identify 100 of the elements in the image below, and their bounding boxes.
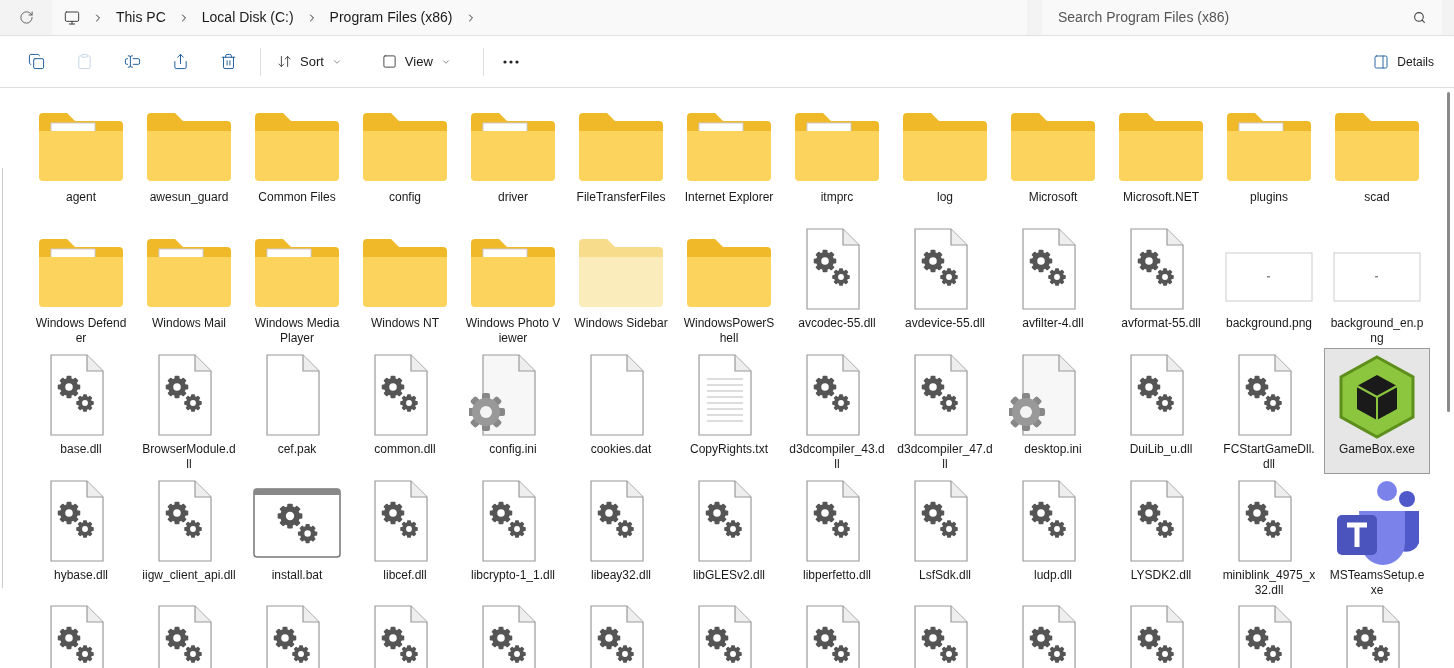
file-item[interactable]: avfilter-4.dll bbox=[1000, 222, 1106, 348]
file-name: desktop.ini bbox=[1023, 442, 1083, 457]
file-item[interactable]: itmprc bbox=[784, 96, 890, 222]
search-field[interactable]: Search Program Files (x86) bbox=[1058, 7, 1413, 28]
file-name: config.ini bbox=[488, 442, 538, 457]
file-item[interactable]: GameBox.exe bbox=[1324, 348, 1430, 474]
file-name: CopyRights.txt bbox=[689, 442, 769, 457]
scrollbar-thumb[interactable] bbox=[1446, 92, 1450, 412]
file-name: Windows Photo Viewer bbox=[465, 316, 561, 346]
view-menu-button[interactable]: View bbox=[373, 43, 459, 80]
file-item[interactable]: background_en.png bbox=[1324, 222, 1430, 348]
file-item[interactable]: Windows Photo Viewer bbox=[460, 222, 566, 348]
file-item[interactable]: base.dll bbox=[28, 348, 134, 474]
breadcrumb-item[interactable]: Local Disk (C:) bbox=[201, 7, 294, 28]
file-name: plugins bbox=[1249, 190, 1289, 205]
file-item[interactable]: Microsoft bbox=[1000, 96, 1106, 222]
file-item[interactable]: BrowserModule.dll bbox=[136, 348, 242, 474]
breadcrumb-item[interactable]: Program Files (x86) bbox=[329, 7, 453, 28]
file-item[interactable]: libeay32.dll bbox=[568, 474, 674, 600]
file-name: FCStartGameDll.dll bbox=[1222, 442, 1316, 472]
file-item[interactable]: Windows Defender bbox=[28, 222, 134, 348]
file-item[interactable]: libcrypto-1_1.dll bbox=[460, 474, 566, 600]
file-name: Windows Mail bbox=[151, 316, 227, 331]
file-item[interactable]: avformat-55.dll bbox=[1108, 222, 1214, 348]
file-item[interactable]: DuiLib_u.dll bbox=[1108, 348, 1214, 474]
file-name: FileTransferFiles bbox=[575, 190, 667, 205]
more-icon bbox=[502, 59, 519, 64]
breadcrumb-item[interactable]: This PC bbox=[116, 7, 166, 28]
file-item[interactable]: d3dcompiler_47.dll bbox=[892, 348, 998, 474]
file-name: libcef.dll bbox=[382, 568, 428, 583]
address-bar[interactable]: This PC Local Disk (C:) Program Files (x86) bbox=[52, 0, 1027, 35]
file-name: BrowserModule.dll bbox=[141, 442, 237, 472]
file-item[interactable]: install.bat bbox=[244, 474, 350, 600]
file-item[interactable]: libperfetto.dll bbox=[784, 474, 890, 600]
file-item[interactable]: miniblink_4975_x32.dll bbox=[1216, 474, 1322, 600]
file-item[interactable]: avcodec-55.dll bbox=[784, 222, 890, 348]
file-item[interactable]: CopyRights.txt bbox=[676, 348, 782, 474]
file-name: Microsoft.NET bbox=[1122, 190, 1200, 205]
file-item[interactable]: libcef.dll bbox=[352, 474, 458, 600]
file-item[interactable]: awesun_guard bbox=[136, 96, 242, 222]
search-box[interactable]: Search Program Files (x86) bbox=[1042, 0, 1442, 35]
file-name: MSTeamsSetup.exe bbox=[1329, 568, 1425, 598]
file-item[interactable]: LYSDK2.dll bbox=[1108, 474, 1214, 600]
file-name: iigw_client_api.dll bbox=[141, 568, 237, 583]
file-name: background.png bbox=[1224, 316, 1314, 331]
file-item[interactable]: cef.pak bbox=[244, 348, 350, 474]
file-name: hybase.dll bbox=[52, 568, 109, 583]
file-name: libperfetto.dll bbox=[801, 568, 872, 583]
file-item[interactable]: MSTeamsSetup.exe bbox=[1324, 474, 1430, 600]
file-item[interactable]: scad bbox=[1324, 96, 1430, 222]
file-item[interactable]: Windows NT bbox=[352, 222, 458, 348]
file-item[interactable]: config.ini bbox=[460, 348, 566, 474]
file-name: WindowsPowerShell bbox=[682, 316, 776, 346]
file-item[interactable]: FileTransferFiles bbox=[568, 96, 674, 222]
file-name: cef.pak bbox=[276, 442, 318, 457]
file-name: GameBox.exe bbox=[1337, 442, 1416, 457]
file-name: base.dll bbox=[59, 442, 103, 457]
file-item[interactable]: hybase.dll bbox=[28, 474, 134, 600]
file-name: LsfSdk.dll bbox=[918, 568, 972, 583]
file-name: avfilter-4.dll bbox=[1021, 316, 1085, 331]
file-item[interactable]: WindowsPowerShell bbox=[676, 222, 782, 348]
file-name: miniblink_4975_x32.dll bbox=[1221, 568, 1317, 598]
file-item[interactable]: common.dll bbox=[352, 348, 458, 474]
file-item[interactable]: ludp.dll bbox=[1000, 474, 1106, 600]
file-item[interactable]: cookies.dat bbox=[568, 348, 674, 474]
file-name: driver bbox=[497, 190, 529, 205]
file-name: agent bbox=[65, 190, 97, 205]
sort-menu-button[interactable]: Sort bbox=[269, 43, 350, 80]
file-item[interactable]: Internet Explorer bbox=[676, 96, 782, 222]
file-name: ludp.dll bbox=[1033, 568, 1073, 583]
file-item[interactable]: d3dcompiler_43.dll bbox=[784, 348, 890, 474]
file-name: d3dcompiler_43.dll bbox=[789, 442, 885, 472]
file-item[interactable]: plugins bbox=[1216, 96, 1322, 222]
file-item[interactable]: log bbox=[892, 96, 998, 222]
file-name: d3dcompiler_47.dll bbox=[897, 442, 993, 472]
file-name: libcrypto-1_1.dll bbox=[469, 568, 556, 583]
file-item[interactable]: Common Files bbox=[244, 96, 350, 222]
file-name: libGLESv2.dll bbox=[691, 568, 766, 583]
file-item[interactable]: FCStartGameDll.dll bbox=[1216, 348, 1322, 474]
file-item[interactable]: iigw_client_api.dll bbox=[136, 474, 242, 600]
file-item[interactable]: LsfSdk.dll bbox=[892, 474, 998, 600]
file-item[interactable]: Windows Sidebar bbox=[568, 222, 674, 348]
file-item[interactable]: driver bbox=[460, 96, 566, 222]
file-item[interactable]: avdevice-55.dll bbox=[892, 222, 998, 348]
file-item[interactable]: Windows Mail bbox=[136, 222, 242, 348]
file-name: scad bbox=[1363, 190, 1391, 205]
file-name: awesun_guard bbox=[148, 190, 230, 205]
file-name: Windows NT bbox=[370, 316, 440, 331]
monitor-icon bbox=[64, 9, 80, 26]
file-name: Common Files bbox=[257, 190, 337, 205]
file-item[interactable]: background.png bbox=[1216, 222, 1322, 348]
details-button[interactable]: Details bbox=[1373, 43, 1434, 80]
file-name: libeay32.dll bbox=[589, 568, 652, 583]
file-item[interactable]: agent bbox=[28, 96, 134, 222]
file-item[interactable]: Windows Media Player bbox=[244, 222, 350, 348]
file-item[interactable]: config bbox=[352, 96, 458, 222]
refresh-icon bbox=[18, 10, 34, 25]
file-item[interactable]: desktop.ini bbox=[1000, 348, 1106, 474]
file-item[interactable]: libGLESv2.dll bbox=[676, 474, 782, 600]
file-item[interactable]: Microsoft.NET bbox=[1108, 96, 1214, 222]
